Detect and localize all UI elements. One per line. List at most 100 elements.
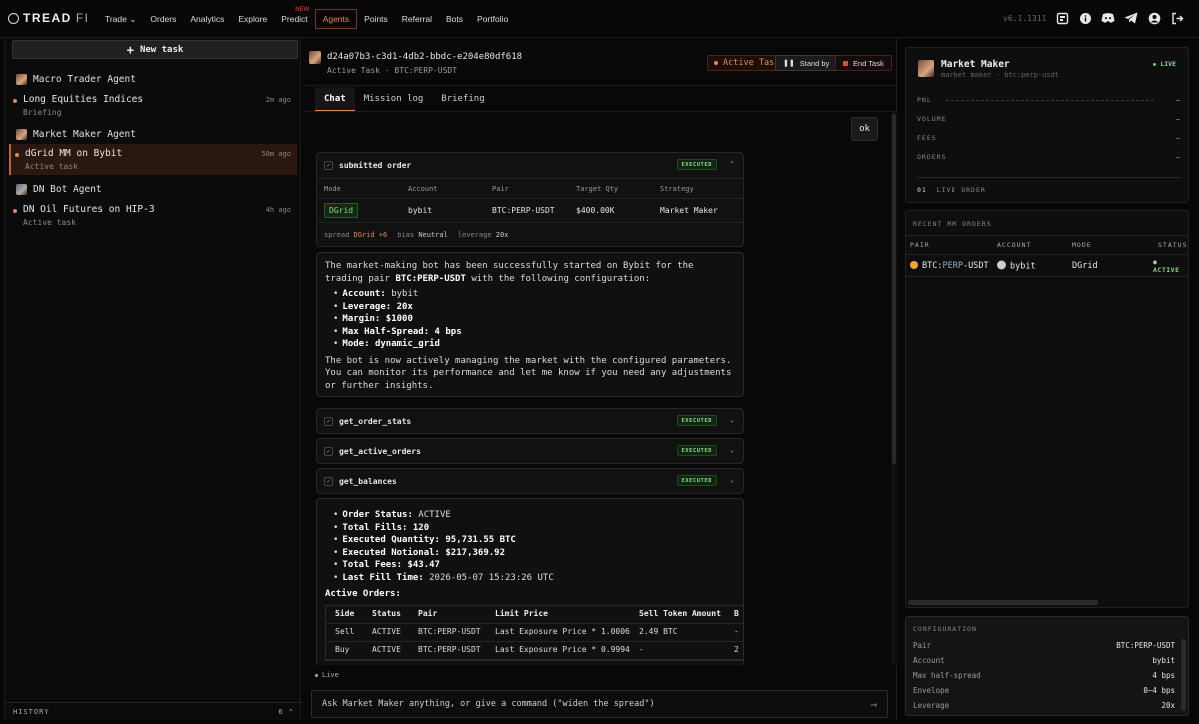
tab-chat[interactable]: Chat [315, 87, 355, 111]
nav-predict[interactable]: NEW Predict [274, 7, 314, 29]
chevron-down-icon[interactable]: ⌄ [730, 476, 734, 484]
live-order-count: 01 LIVE ORDER [917, 186, 986, 194]
nav-referral[interactable]: Referral [395, 9, 439, 29]
agent-group-dn-bot[interactable]: DN Bot Agent [16, 182, 102, 196]
docs-icon[interactable] [1055, 11, 1069, 25]
chat-scrollbar[interactable] [891, 112, 897, 665]
brand-suffix: FI [75, 11, 90, 25]
logo[interactable]: TREAD FI [8, 11, 90, 25]
config-value: 4 bps [1152, 671, 1175, 680]
item-key: Margin: [342, 314, 381, 324]
task-dgrid-mm[interactable]: dGrid MM on Bybit Active task 50m ago [9, 144, 297, 175]
discord-icon[interactable] [1101, 11, 1115, 25]
list-item: Last Fill Time: 2026-05-07 15:23:26 UTC [341, 572, 735, 585]
scroll-thumb[interactable] [892, 114, 896, 464]
stat-label: ORDERS [917, 153, 947, 161]
input-placeholder: Ask Market Maker anything, or give a com… [322, 699, 655, 709]
task-subtitle: Active task [23, 218, 76, 227]
status-dot [13, 99, 17, 103]
table-cell: BTC:PERP-USDT [418, 626, 481, 636]
new-task-label: New task [139, 44, 184, 55]
history-label: HISTORY [13, 707, 50, 716]
item-key: Executed Quantity: [342, 535, 440, 545]
chevron-down-icon[interactable]: ⌄ [730, 446, 734, 454]
tool-call-card[interactable]: ✓ get_active_orders EXECUTED ⌄ [316, 438, 744, 464]
table-cell: 2 [734, 644, 739, 654]
column-header: Mode [324, 184, 341, 193]
panel-title: CONFIGURATION [913, 625, 977, 633]
column-header: Sell Token Amount [639, 608, 721, 618]
chevron-up-icon[interactable]: ⌃ [730, 160, 734, 168]
tool-call-card[interactable]: ✓ get_order_stats EXECUTED ⌄ [316, 408, 744, 434]
nav-agents[interactable]: Agents [314, 9, 358, 29]
table-cell: - [734, 626, 739, 636]
check-icon: ✓ [324, 417, 333, 426]
stat-value: — [1176, 153, 1181, 161]
status-dot [714, 61, 718, 65]
stand-by-button[interactable]: ❚❚ Stand by [775, 55, 838, 71]
chat-input[interactable]: Ask Market Maker anything, or give a com… [311, 690, 888, 718]
config-row: Max half-spread 4 bps [913, 671, 1175, 680]
agent-group-market-maker[interactable]: Market Maker Agent [16, 127, 136, 141]
nav-label: Predict [281, 14, 308, 24]
tool-call-card[interactable]: ✓ get_balances EXECUTED ⌄ [316, 468, 744, 494]
agent-avatar [918, 60, 934, 77]
nav-explore[interactable]: Explore [231, 9, 274, 29]
send-arrow-icon[interactable]: → [870, 698, 877, 711]
agent-avatar [16, 128, 27, 140]
telegram-icon[interactable] [1124, 11, 1138, 25]
nav-portfolio[interactable]: Portfolio [470, 9, 515, 29]
tab-mission-log[interactable]: Mission log [355, 87, 433, 111]
config-row: Envelope 0–4 bps [913, 686, 1175, 695]
tab-briefing[interactable]: Briefing [432, 87, 493, 111]
live-indicator: Live [315, 671, 339, 679]
history-toggle[interactable]: HISTORY 6 ⌃ [5, 702, 302, 720]
column-header: Pair [418, 608, 438, 618]
pair-base: BTC: [922, 260, 943, 271]
task-dn-oil-futures[interactable]: DN Oil Futures on HIP-3 Active task 4h a… [9, 200, 297, 230]
list-item: Account: bybit [341, 288, 735, 301]
item-value: bybit [391, 289, 419, 299]
column-header: Target Qty [576, 184, 619, 193]
horizontal-scrollbar[interactable] [908, 600, 1098, 605]
table-cell: BTC:PERP-USDT [418, 644, 481, 654]
info-icon[interactable] [1078, 11, 1092, 25]
nav-points[interactable]: Points [357, 9, 395, 29]
nav-label: Referral [401, 14, 433, 24]
list-item: Total Fees: $43.47 [341, 559, 735, 572]
history-count: 6 [278, 707, 284, 716]
message-paragraph: The bot is now actively managing the mar… [325, 355, 732, 391]
tool-call-card-submitted-order[interactable]: ✓ submitted order EXECUTED ⌃ Mode Account… [316, 152, 744, 247]
active-orders-table: Side Status Pair Limit Price Sell Token … [325, 604, 743, 661]
item-key: Max Half-Spread: [342, 326, 430, 337]
config-row: Account bybit [913, 656, 1175, 665]
nav-label: Analytics [190, 14, 225, 24]
item-value: $217,369.92 [445, 547, 505, 558]
config-row: Pair BTC:PERP-USDT [913, 641, 1175, 650]
table-row[interactable]: BTC:PERP-USDT bybit DGrid ● ACTIVE [906, 255, 1188, 277]
end-task-button[interactable]: End Task [835, 55, 892, 71]
status-dot [13, 209, 17, 213]
nav-label: Trade [105, 14, 127, 24]
task-long-equities[interactable]: Long Equities Indices Briefing 2m ago [9, 90, 297, 120]
nav-trade[interactable]: Trade ⌄ [98, 9, 143, 29]
agent-group-macro-trader[interactable]: Macro Trader Agent [16, 72, 136, 86]
nav-bots[interactable]: Bots [439, 9, 470, 29]
chevron-down-icon[interactable]: ⌄ [730, 416, 734, 424]
top-bar: TREAD FI Trade ⌄ Orders Analytics Explor… [0, 0, 1199, 38]
account-name: bybit [1010, 261, 1036, 271]
pair-quote: -USDT [962, 260, 989, 271]
table-row: Buy ACTIVE BTC:PERP-USDT Last Exposure P… [326, 642, 743, 660]
account-icon[interactable] [1147, 11, 1161, 25]
qty-cell: $400.00K [569, 206, 653, 215]
nav-analytics[interactable]: Analytics [183, 9, 231, 29]
chat-thread: ok ✓ submitted order EXECUTED ⌃ Mode Acco… [303, 112, 897, 665]
logout-icon[interactable] [1170, 11, 1184, 25]
new-task-button[interactable]: + New task [12, 40, 298, 59]
live-dot [1153, 62, 1157, 66]
vertical-scrollbar[interactable] [1181, 639, 1186, 711]
version-label: v6.1.1311 [1003, 14, 1047, 23]
column-header: Pair [492, 184, 509, 193]
nav-orders[interactable]: Orders [143, 9, 183, 29]
nav-label: Explore [238, 14, 268, 24]
